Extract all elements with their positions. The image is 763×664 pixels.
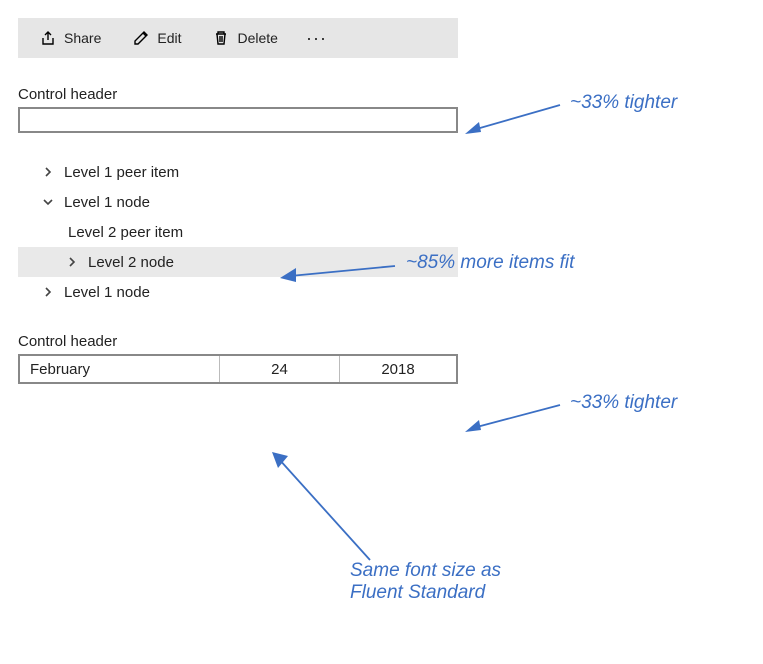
tree-item-label: Level 1 node <box>58 194 150 211</box>
tree-item[interactable]: Level 2 node <box>18 247 458 277</box>
tree-item-label: Level 2 peer item <box>62 224 183 241</box>
tree-item[interactable]: Level 1 peer item <box>18 157 458 187</box>
delete-icon <box>213 30 229 46</box>
datepicker-section: Control header February 24 2018 <box>18 333 745 384</box>
command-bar: Share Edit Delete ··· <box>18 18 458 58</box>
control-header-2: Control header <box>18 333 745 350</box>
more-icon: ··· <box>306 28 327 48</box>
delete-button[interactable]: Delete <box>199 24 291 52</box>
date-year[interactable]: 2018 <box>340 356 456 382</box>
annotation-4: Same font size as Fluent Standard <box>350 560 501 604</box>
text-input[interactable] <box>18 107 458 133</box>
annotation-4-line1: Same font size as <box>350 560 501 582</box>
overflow-button[interactable]: ··· <box>296 24 337 53</box>
edit-icon <box>133 30 149 46</box>
annotation-1: ~33% tighter <box>570 92 677 114</box>
annotation-4-line2: Fluent Standard <box>350 582 501 604</box>
tree-view: Level 1 peer item Level 1 node Level 2 p… <box>18 157 458 307</box>
tree-item-label: Level 2 node <box>82 254 174 271</box>
chevron-down-icon <box>38 197 58 207</box>
tree-item[interactable]: Level 1 node <box>18 187 458 217</box>
edit-button[interactable]: Edit <box>119 24 195 52</box>
date-day[interactable]: 24 <box>220 356 340 382</box>
share-icon <box>40 30 56 46</box>
chevron-right-icon <box>38 167 58 177</box>
share-button[interactable]: Share <box>26 24 115 52</box>
chevron-right-icon <box>62 257 82 267</box>
tree-item-label: Level 1 peer item <box>58 164 179 181</box>
arrow-icon <box>270 450 390 573</box>
tree-item[interactable]: Level 1 node <box>18 277 458 307</box>
edit-label: Edit <box>157 30 181 46</box>
annotation-3: ~33% tighter <box>570 392 677 414</box>
arrow-icon <box>465 400 565 443</box>
share-label: Share <box>64 30 101 46</box>
date-picker[interactable]: February 24 2018 <box>18 354 458 384</box>
tree-item[interactable]: Level 2 peer item <box>18 217 458 247</box>
delete-label: Delete <box>237 30 277 46</box>
annotation-2: ~85% more items fit <box>406 252 574 274</box>
date-month[interactable]: February <box>20 356 220 382</box>
tree-item-label: Level 1 node <box>58 284 150 301</box>
chevron-right-icon <box>38 287 58 297</box>
